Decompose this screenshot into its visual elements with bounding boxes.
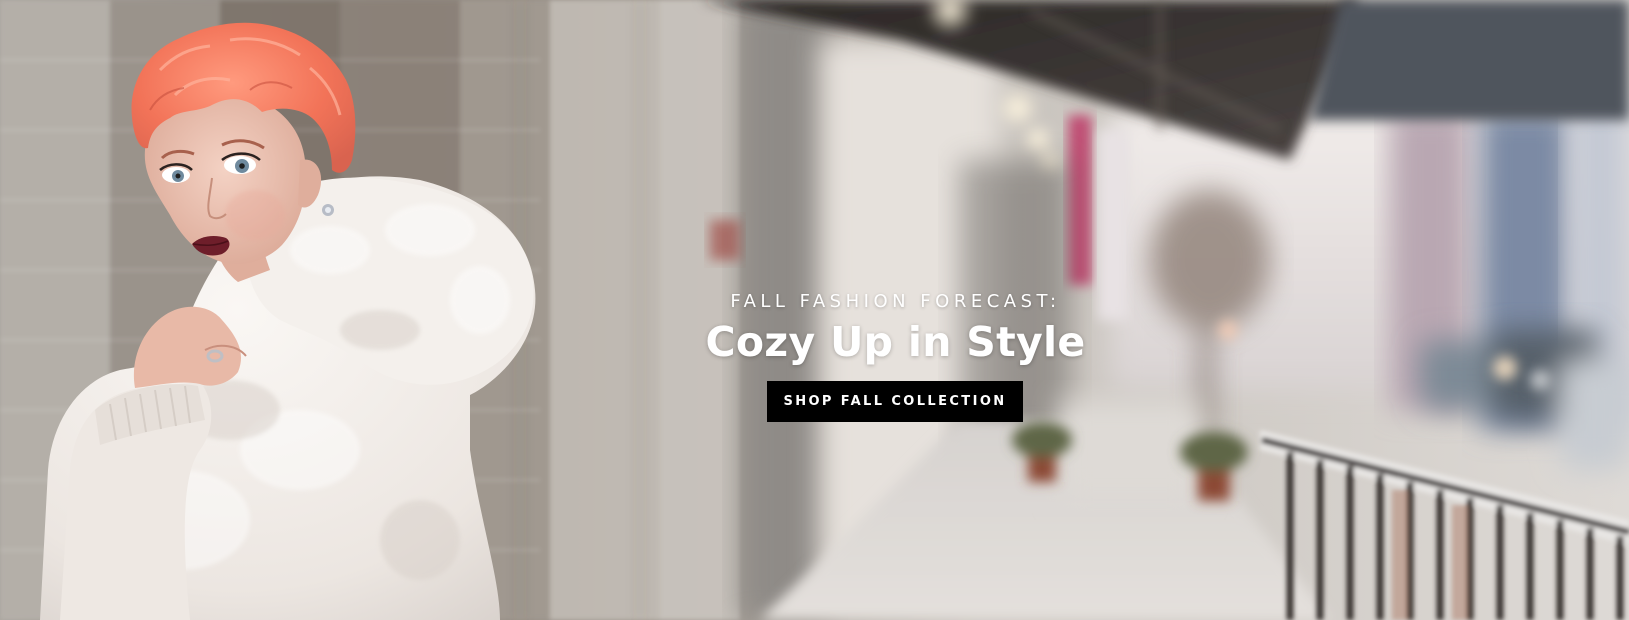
hero-eyebrow: FALL FASHION FORECAST: xyxy=(730,291,1061,312)
hero-content: FALL FASHION FORECAST: Cozy Up in Style … xyxy=(0,0,1629,620)
hero-banner: FALL FASHION FORECAST: Cozy Up in Style … xyxy=(0,0,1629,620)
shop-fall-collection-button[interactable]: SHOP FALL COLLECTION xyxy=(767,381,1023,422)
hero-headline: Cozy Up in Style xyxy=(705,318,1086,366)
